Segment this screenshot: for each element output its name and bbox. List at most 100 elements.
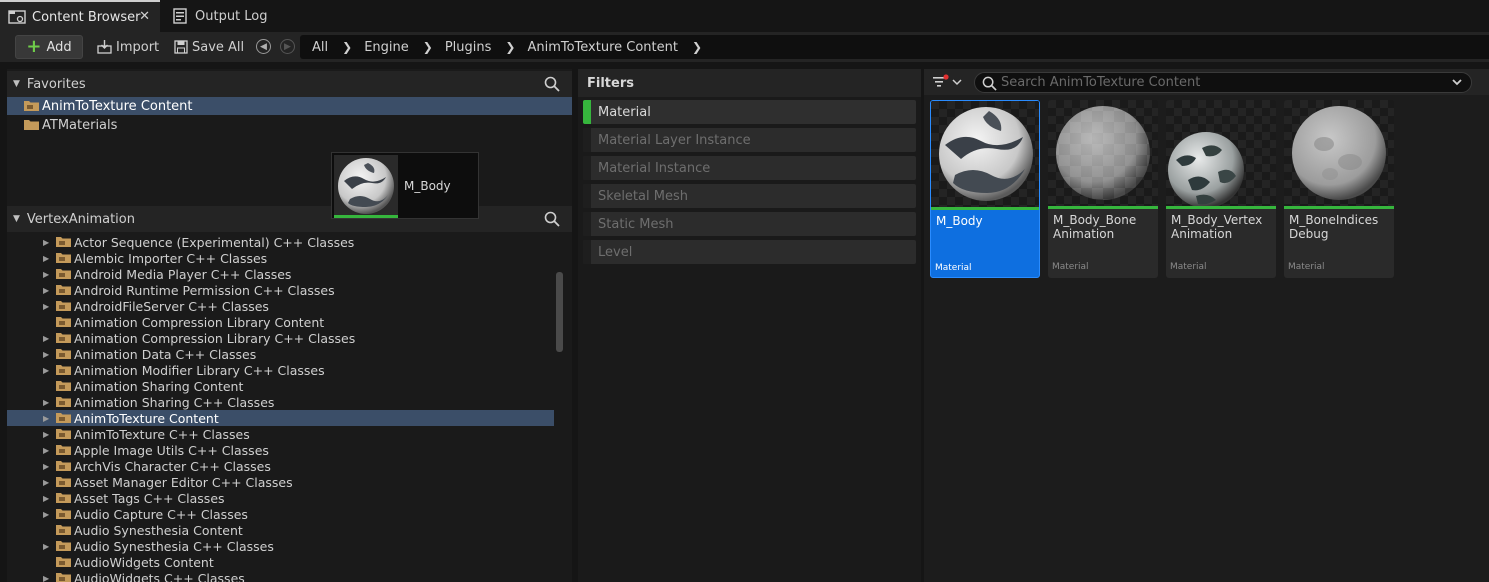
add-button-label: Add xyxy=(46,39,72,55)
tree-item[interactable]: ▶ AnimToTexture Content xyxy=(7,410,554,426)
asset-search-input[interactable]: Search AnimToTexture Content xyxy=(974,72,1472,93)
folder-icon xyxy=(55,571,73,582)
chevron-right-icon[interactable]: ❯ xyxy=(342,40,352,54)
add-button[interactable]: + Add xyxy=(15,35,83,59)
import-icon xyxy=(97,40,112,54)
tree-item[interactable]: ▶ AnimToTexture C++ Classes xyxy=(7,426,554,442)
collapse-triangle-icon[interactable]: ▼ xyxy=(13,79,20,89)
content-folder-icon xyxy=(23,99,41,113)
save-all-button[interactable]: Save All xyxy=(174,35,244,59)
expand-arrow-icon[interactable]: ▶ xyxy=(43,542,53,551)
favorites-header[interactable]: ▼ Favorites xyxy=(7,71,572,97)
filter-toggle-marker[interactable] xyxy=(583,212,591,236)
tree-item[interactable]: Animation Sharing Content xyxy=(7,378,554,394)
tree-item-label: Animation Sharing Content xyxy=(74,378,244,394)
drag-preview-thumbnail xyxy=(334,155,398,217)
expand-arrow-icon[interactable]: ▶ xyxy=(43,446,53,455)
filter-chip[interactable]: Level xyxy=(583,240,916,264)
expand-arrow-icon[interactable]: ▶ xyxy=(43,302,53,311)
tree-item[interactable]: ▶ Animation Sharing C++ Classes xyxy=(7,394,554,410)
breadcrumb-item-engine[interactable]: Engine xyxy=(364,40,409,55)
asset-tile[interactable]: M_Body Material xyxy=(930,100,1040,278)
filter-label: Material Layer Instance xyxy=(598,132,751,148)
close-icon[interactable]: ✕ xyxy=(139,9,150,24)
tree-item[interactable]: ▶ ArchVis Character C++ Classes xyxy=(7,458,554,474)
filter-toggle-marker[interactable] xyxy=(583,240,591,264)
expand-arrow-icon[interactable]: ▶ xyxy=(43,366,53,375)
asset-name: M_Body xyxy=(936,214,983,228)
breadcrumb-item-current[interactable]: AnimToTexture Content xyxy=(527,40,678,55)
expand-arrow-icon[interactable]: ▶ xyxy=(43,254,53,263)
favorite-item[interactable]: AnimToTexture Content xyxy=(7,97,572,115)
breadcrumb-item-all[interactable]: All xyxy=(312,40,328,55)
expand-arrow-icon[interactable]: ▶ xyxy=(43,510,53,519)
search-icon[interactable] xyxy=(544,76,560,96)
asset-type-bar xyxy=(334,215,398,218)
tree-item[interactable]: ▶ Apple Image Utils C++ Classes xyxy=(7,442,554,458)
tree-item[interactable]: ▶ Alembic Importer C++ Classes xyxy=(7,250,554,266)
expand-arrow-icon[interactable]: ▶ xyxy=(43,350,53,359)
expand-arrow-icon[interactable]: ▶ xyxy=(43,574,53,582)
expand-arrow-icon[interactable]: ▶ xyxy=(43,398,53,407)
filter-chip[interactable]: Static Mesh xyxy=(583,212,916,236)
tree-item[interactable]: ▶ Asset Tags C++ Classes xyxy=(7,490,554,506)
tree-item[interactable]: ▶ Animation Compression Library C++ Class… xyxy=(7,330,554,346)
filter-dropdown-button[interactable] xyxy=(932,73,966,91)
expand-arrow-icon[interactable]: ▶ xyxy=(43,270,53,279)
back-arrow-icon[interactable]: ◀ xyxy=(256,39,271,54)
asset-tile[interactable]: M_Body_Bone Animation Material xyxy=(1048,100,1158,278)
drag-preview: M_Body xyxy=(331,152,479,219)
breadcrumb-item-plugins[interactable]: Plugins xyxy=(445,40,492,55)
filter-chip[interactable]: Material Layer Instance xyxy=(583,128,916,152)
filter-chip[interactable]: Skeletal Mesh xyxy=(583,184,916,208)
asset-type: Material xyxy=(1052,262,1089,272)
filter-toggle-marker[interactable] xyxy=(583,184,591,208)
tree-scrollbar[interactable] xyxy=(556,272,563,352)
filter-icon xyxy=(932,73,950,91)
tree-header[interactable]: ▼ VertexAnimation xyxy=(7,206,572,232)
tree-item[interactable]: ▶ AudioWidgets C++ Classes xyxy=(7,570,554,582)
chevron-right-icon[interactable]: ❯ xyxy=(505,40,515,54)
folder-icon xyxy=(55,251,73,265)
asset-tile[interactable]: M_Body_Vertex Animation Material xyxy=(1166,100,1276,278)
expand-arrow-icon[interactable]: ▶ xyxy=(43,478,53,487)
tab-output-log[interactable]: Output Log xyxy=(163,0,293,32)
tree-item[interactable]: ▶ Audio Synesthesia C++ Classes xyxy=(7,538,554,554)
favorite-item[interactable]: ATMaterials xyxy=(7,116,572,134)
expand-arrow-icon[interactable]: ▶ xyxy=(43,334,53,343)
expand-arrow-icon[interactable]: ▶ xyxy=(43,238,53,247)
filter-toggle-marker[interactable] xyxy=(583,156,591,180)
filter-toggle-marker[interactable] xyxy=(583,128,591,152)
expand-arrow-icon[interactable]: ▶ xyxy=(43,494,53,503)
filter-chip[interactable]: Material Instance xyxy=(583,156,916,180)
chevron-down-icon[interactable] xyxy=(1451,76,1463,92)
chevron-right-icon[interactable]: ❯ xyxy=(423,40,433,54)
tree-item[interactable]: ▶ Android Media Player C++ Classes xyxy=(7,266,554,282)
tree-item[interactable]: ▶ Animation Modifier Library C++ Classes xyxy=(7,362,554,378)
expand-arrow-icon[interactable]: ▶ xyxy=(43,430,53,439)
tree-item-label: AndroidFileServer C++ Classes xyxy=(74,298,269,314)
forward-arrow-icon[interactable]: ▶ xyxy=(280,39,295,54)
filter-chip[interactable]: Material xyxy=(583,100,916,124)
expand-arrow-icon[interactable]: ▶ xyxy=(43,286,53,295)
tree-item[interactable]: ▶ Android Runtime Permission C++ Classes xyxy=(7,282,554,298)
chevron-right-icon[interactable]: ❯ xyxy=(692,40,702,54)
tree-item[interactable]: ▶ Audio Capture C++ Classes xyxy=(7,506,554,522)
tree-item[interactable]: AudioWidgets Content xyxy=(7,554,554,570)
import-button[interactable]: Import xyxy=(97,35,159,59)
tree-item[interactable]: ▶ Asset Manager Editor C++ Classes xyxy=(7,474,554,490)
tree-item-label: Asset Manager Editor C++ Classes xyxy=(74,474,293,490)
collapse-triangle-icon[interactable]: ▼ xyxy=(13,214,20,224)
asset-tile[interactable]: M_BoneIndices Debug Material xyxy=(1284,100,1394,278)
search-icon[interactable] xyxy=(544,211,560,231)
filter-toggle-marker[interactable] xyxy=(583,100,591,124)
tab-content-browser[interactable]: Content Browser ✕ xyxy=(0,0,160,32)
tree-item[interactable]: Audio Synesthesia Content xyxy=(7,522,554,538)
expand-arrow-icon[interactable]: ▶ xyxy=(43,462,53,471)
expand-arrow-icon[interactable]: ▶ xyxy=(43,414,53,423)
tree-item[interactable]: ▶ Actor Sequence (Experimental) C++ Class… xyxy=(7,234,554,250)
tree-item[interactable]: Animation Compression Library Content xyxy=(7,314,554,330)
tree-item[interactable]: ▶ AndroidFileServer C++ Classes xyxy=(7,298,554,314)
folder-icon xyxy=(55,491,73,505)
tree-item[interactable]: ▶ Animation Data C++ Classes xyxy=(7,346,554,362)
